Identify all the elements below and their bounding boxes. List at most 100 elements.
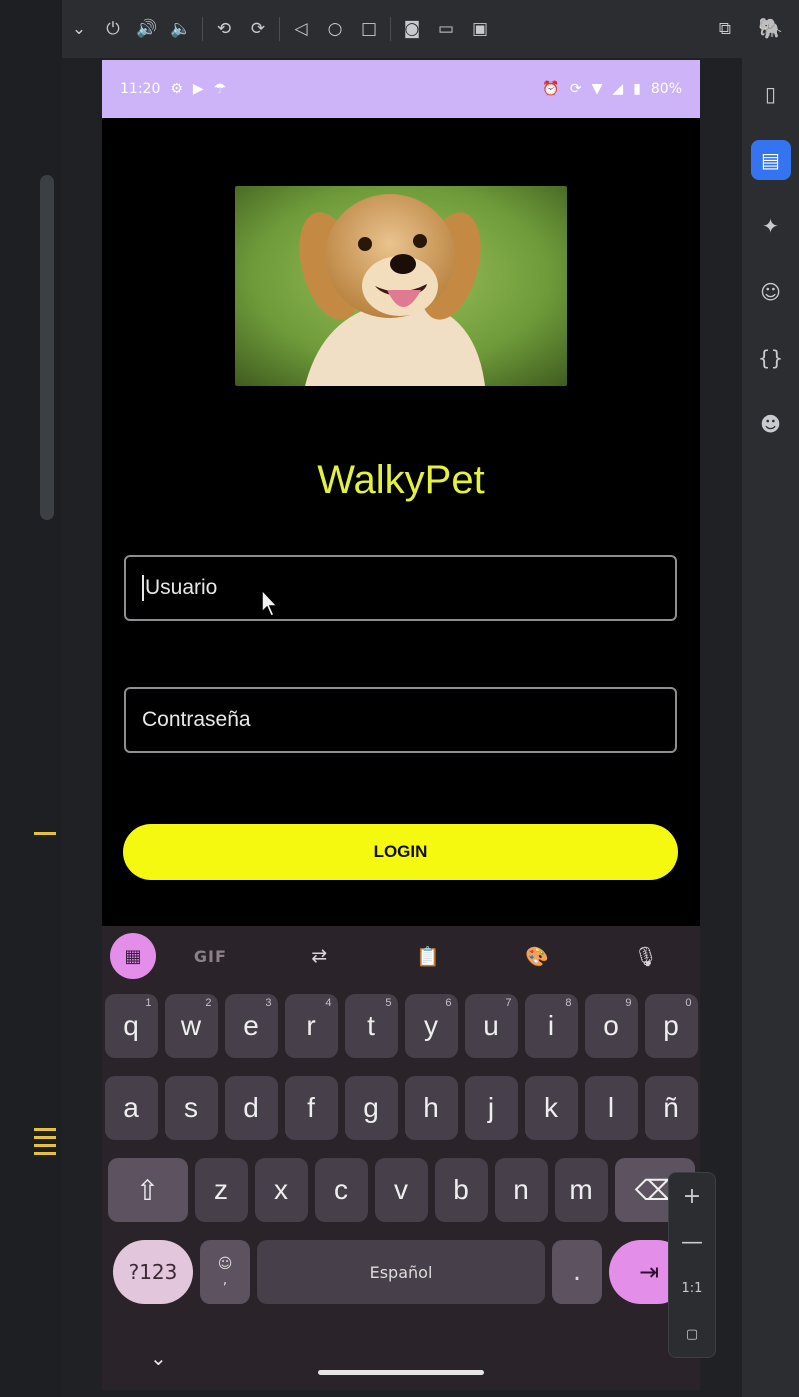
volume-down-icon[interactable]: 🔈 <box>164 12 198 46</box>
key-label: i <box>547 1010 555 1041</box>
keyboard-row-2: asdfghjklñ <box>102 1076 700 1140</box>
password-input[interactable]: Contraseña <box>124 687 677 753</box>
clipboard-icon[interactable]: 📋 <box>374 945 483 968</box>
hide-keyboard-icon[interactable]: ⌄ <box>150 1346 167 1370</box>
toolbar-divider <box>390 17 391 41</box>
key-s[interactable]: s <box>164 1076 218 1140</box>
zoom-in-button[interactable]: + <box>669 1173 715 1219</box>
key-f[interactable]: f <box>284 1076 338 1140</box>
key-e[interactable]: e3 <box>224 994 278 1058</box>
camera-icon[interactable]: ◙ <box>395 12 429 46</box>
extended-controls-icon[interactable]: ▣ <box>463 12 497 46</box>
login-button[interactable]: LOGIN <box>123 824 678 880</box>
rotate-left-icon[interactable]: ⟲ <box>207 12 241 46</box>
key-d[interactable]: d <box>224 1076 278 1140</box>
sync-icon: ⟳ <box>569 81 582 97</box>
right-tool-window-bar: 🐘 ▯ ▤ ✦ ☺ {} ☻ <box>742 0 799 1397</box>
cast-icon: ☂ <box>213 81 227 97</box>
key-m[interactable]: m <box>554 1158 608 1222</box>
key-a[interactable]: a <box>104 1076 158 1140</box>
key-h[interactable]: h <box>404 1076 458 1140</box>
key-label: o <box>603 1010 619 1041</box>
key-g[interactable]: g <box>344 1076 398 1140</box>
left-scrollbar[interactable] <box>40 175 54 520</box>
translate-icon[interactable]: ⇄ <box>265 945 374 967</box>
battery-level: 80% <box>650 81 682 97</box>
device-manager-icon[interactable]: ▯ <box>751 74 791 114</box>
key-j[interactable]: j <box>464 1076 518 1140</box>
overview-icon[interactable]: □ <box>352 12 386 46</box>
running-devices-icon[interactable]: ▤ <box>750 140 791 180</box>
gradle-icon[interactable]: 🐘 <box>751 8 791 48</box>
youtube-icon: ▶ <box>192 81 204 97</box>
navigation-bar: ⌄ <box>102 1338 700 1390</box>
copilot-chat-icon[interactable]: ☻ <box>751 404 791 444</box>
copilot-icon[interactable]: ☺ <box>751 272 791 312</box>
key-number-hint: 9 <box>625 997 632 1009</box>
period-key[interactable]: . <box>552 1240 602 1304</box>
home-icon[interactable]: ○ <box>318 12 352 46</box>
emoji-key[interactable]: ☺ , <box>200 1240 250 1304</box>
fit-screen-icon[interactable]: ▢ <box>669 1311 715 1357</box>
symbols-key[interactable]: ?123 <box>113 1240 193 1304</box>
apps-grid-icon[interactable]: ▦ <box>110 933 156 979</box>
home-gesture-bar[interactable] <box>318 1370 484 1375</box>
json-icon[interactable]: {} <box>751 338 791 378</box>
key-i[interactable]: i8 <box>524 994 578 1058</box>
key-y[interactable]: y6 <box>404 994 458 1058</box>
zoom-out-button[interactable]: — <box>669 1219 715 1265</box>
gif-button[interactable]: GIF <box>156 947 265 966</box>
video-icon[interactable]: ▭ <box>429 12 463 46</box>
key-t[interactable]: t5 <box>344 994 398 1058</box>
dog-image <box>235 186 567 386</box>
key-label: r <box>306 1010 316 1041</box>
key-l[interactable]: l <box>584 1076 638 1140</box>
gemini-icon[interactable]: ✦ <box>751 206 791 246</box>
back-icon[interactable]: ◁ <box>284 12 318 46</box>
mic-icon[interactable]: 🎙 <box>591 945 700 968</box>
key-x[interactable]: x <box>254 1158 308 1222</box>
device-manager-icon[interactable]: ⧉ <box>708 12 742 46</box>
shift-key[interactable]: ⇧ <box>107 1158 188 1222</box>
key-n[interactable]: n <box>494 1158 548 1222</box>
key-z[interactable]: z <box>194 1158 248 1222</box>
key-number-hint: 1 <box>145 997 152 1009</box>
gutter-menu-icon[interactable] <box>34 1128 56 1160</box>
key-q[interactable]: q1 <box>104 994 158 1058</box>
wifi-icon: ▼ <box>591 81 603 97</box>
zoom-actual-size-button[interactable]: 1:1 <box>669 1265 715 1311</box>
emulator-toolbar: ⌄ ⏻ 🔊 🔈 ⟲ ⟳ ◁ ○ □ ◙ ▭ ▣ ⧉ <box>62 0 742 58</box>
space-key[interactable]: Español <box>257 1240 545 1304</box>
key-v[interactable]: v <box>374 1158 428 1222</box>
power-icon[interactable]: ⏻ <box>96 12 130 46</box>
signal-icon: ◢ <box>612 81 624 97</box>
key-label: w <box>180 1010 202 1041</box>
key-number-hint: 0 <box>685 997 692 1009</box>
emoji-icon: ☺ <box>217 1256 233 1272</box>
keyboard-toolbar: ▦ GIF ⇄ 📋 🎨 🎙 <box>102 926 700 986</box>
toolbar-divider <box>279 17 280 41</box>
key-number-hint: 8 <box>565 997 572 1009</box>
rotate-right-icon[interactable]: ⟳ <box>241 12 275 46</box>
key-k[interactable]: k <box>524 1076 578 1140</box>
key-r[interactable]: r4 <box>284 994 338 1058</box>
key-p[interactable]: p0 <box>644 994 698 1058</box>
gutter-marker <box>34 832 56 835</box>
key-c[interactable]: c <box>314 1158 368 1222</box>
username-input[interactable]: Usuario <box>124 555 677 621</box>
key-o[interactable]: o9 <box>584 994 638 1058</box>
key-ñ[interactable]: ñ <box>644 1076 698 1140</box>
username-placeholder: Usuario <box>145 576 218 599</box>
gear-icon: ⚙ <box>170 81 183 97</box>
key-u[interactable]: u7 <box>464 994 518 1058</box>
volume-up-icon[interactable]: 🔊 <box>130 12 164 46</box>
password-placeholder: Contraseña <box>142 708 251 731</box>
keyboard-row-1: q1w2e3r4t5y6u7i8o9p0 <box>102 994 700 1058</box>
key-number-hint: 6 <box>445 997 452 1009</box>
toolbar-divider <box>202 17 203 41</box>
palette-icon[interactable]: 🎨 <box>482 945 591 968</box>
key-w[interactable]: w2 <box>164 994 218 1058</box>
key-b[interactable]: b <box>434 1158 488 1222</box>
chevron-down-icon[interactable]: ⌄ <box>62 12 96 46</box>
status-bar: 11:20 ⚙ ▶ ☂ ⏰ ⟳ ▼ ◢ ▮ 80% <box>102 60 700 118</box>
